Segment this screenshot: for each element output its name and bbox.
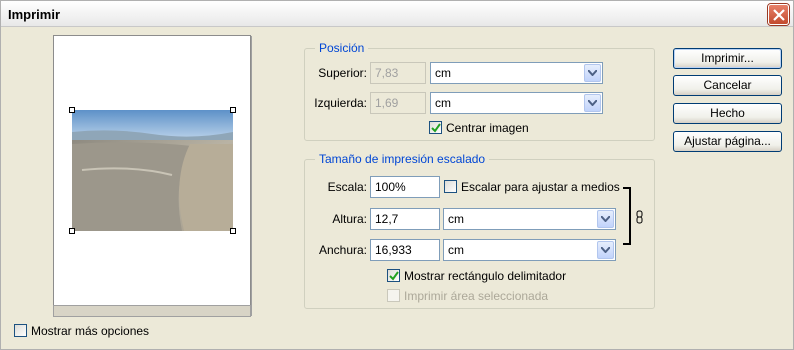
resize-handle-top-left[interactable] bbox=[69, 107, 75, 113]
more-options-label[interactable]: Mostrar más opciones bbox=[31, 324, 149, 338]
top-label: Superior: bbox=[318, 66, 367, 80]
scale-to-fit-checkbox[interactable] bbox=[444, 180, 457, 193]
width-unit-select[interactable]: cm bbox=[443, 239, 616, 261]
close-icon bbox=[773, 9, 785, 21]
resize-handle-top-right[interactable] bbox=[230, 107, 236, 113]
left-unit-value: cm bbox=[435, 96, 451, 110]
more-options-checkbox[interactable] bbox=[14, 324, 27, 337]
bounding-box-label[interactable]: Mostrar rectángulo delimitador bbox=[404, 269, 566, 283]
width-unit-value: cm bbox=[448, 243, 464, 257]
width-input[interactable]: 16,933 bbox=[370, 239, 440, 261]
scale-input[interactable]: 100% bbox=[370, 176, 440, 198]
resize-handle-bottom-right[interactable] bbox=[230, 228, 236, 234]
left-input[interactable]: 1,69 bbox=[370, 92, 426, 114]
done-button[interactable]: Hecho bbox=[673, 103, 782, 124]
position-legend: Posición bbox=[315, 41, 369, 55]
bounding-box-checkbox[interactable] bbox=[387, 269, 400, 282]
resize-handle-bottom-left[interactable] bbox=[69, 228, 75, 234]
center-image-checkbox[interactable] bbox=[429, 121, 442, 134]
chevron-down-icon bbox=[588, 100, 597, 106]
top-unit-value: cm bbox=[435, 66, 451, 80]
print-selection-checkbox[interactable] bbox=[387, 289, 400, 302]
page-setup-button[interactable]: Ajustar página... bbox=[673, 131, 782, 152]
window-title: Imprimir bbox=[8, 7, 61, 22]
center-image-label[interactable]: Centrar imagen bbox=[446, 121, 529, 135]
cancel-button[interactable]: Cancelar bbox=[673, 75, 782, 96]
scaled-size-legend: Tamaño de impresión escalado bbox=[315, 152, 490, 166]
top-unit-select[interactable]: cm bbox=[430, 62, 603, 84]
height-unit-select[interactable]: cm bbox=[443, 208, 616, 230]
print-button[interactable]: Imprimir... bbox=[673, 48, 782, 69]
dropdown-arrow[interactable] bbox=[584, 64, 601, 82]
title-bar[interactable]: Imprimir bbox=[1, 1, 793, 27]
preview-shadow bbox=[53, 305, 251, 317]
preview-image[interactable] bbox=[72, 110, 233, 231]
chain-link-icon[interactable] bbox=[635, 210, 645, 227]
top-input[interactable]: 7,83 bbox=[370, 62, 426, 84]
left-label: Izquierda: bbox=[314, 96, 367, 110]
dune-landscape-image bbox=[72, 110, 233, 231]
dropdown-arrow[interactable] bbox=[584, 94, 601, 112]
dropdown-arrow[interactable] bbox=[597, 210, 614, 228]
height-label: Altura: bbox=[332, 212, 367, 226]
left-unit-select[interactable]: cm bbox=[430, 92, 603, 114]
checkmark-icon bbox=[389, 271, 399, 281]
chevron-down-icon bbox=[601, 216, 610, 222]
close-button[interactable] bbox=[768, 4, 789, 25]
height-input[interactable]: 12,7 bbox=[370, 208, 440, 230]
height-unit-value: cm bbox=[448, 212, 464, 226]
checkmark-icon bbox=[431, 123, 441, 133]
chevron-down-icon bbox=[601, 247, 610, 253]
width-label: Anchura: bbox=[318, 243, 367, 257]
print-selection-label[interactable]: Imprimir área seleccionada bbox=[404, 289, 548, 303]
scale-label: Escala: bbox=[327, 180, 367, 194]
scale-to-fit-label[interactable]: Escalar para ajustar a medios bbox=[461, 180, 620, 194]
dropdown-arrow[interactable] bbox=[597, 241, 614, 259]
constrain-bracket bbox=[623, 187, 631, 245]
print-dialog: Imprimir Posición Superior: 7,83 cm Izqu… bbox=[0, 0, 794, 350]
chevron-down-icon bbox=[588, 70, 597, 76]
